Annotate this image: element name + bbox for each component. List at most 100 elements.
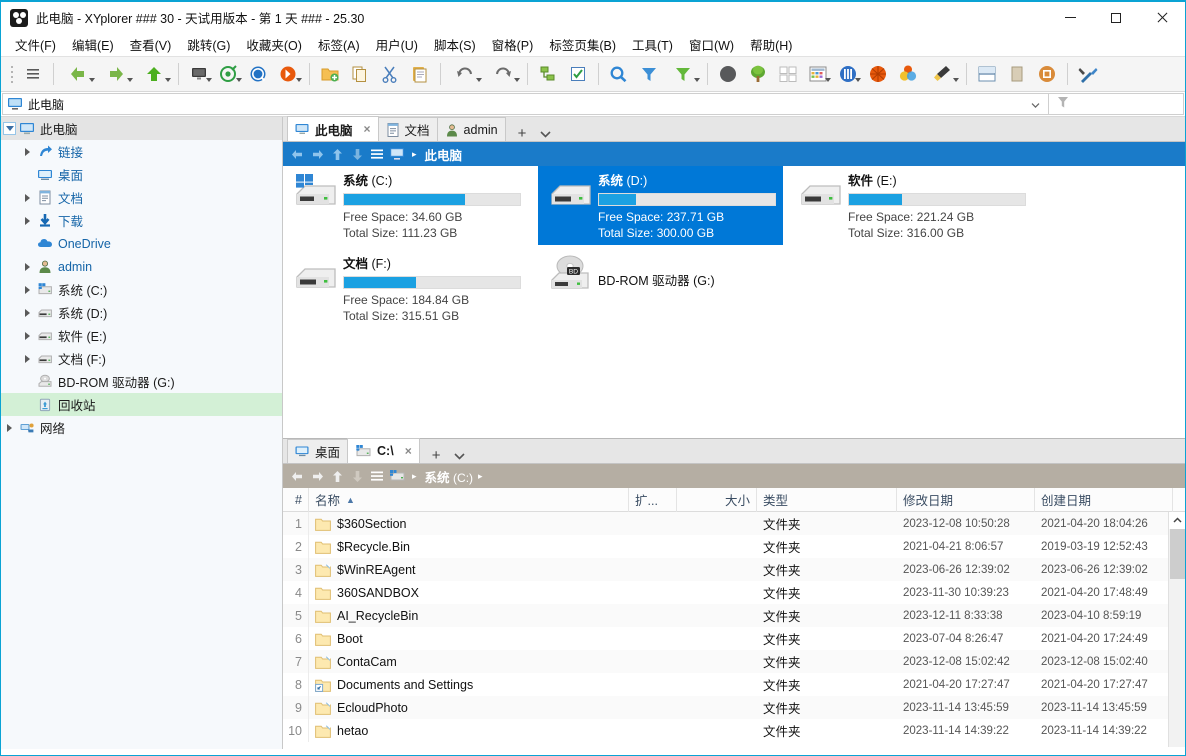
up-icon[interactable] [327, 144, 347, 164]
drive-tile-G:[interactable]: BD BD-ROM 驱动器 (G:) [538, 249, 783, 301]
forward-icon[interactable] [307, 144, 327, 164]
menu-item-11[interactable]: 窗口(W) [681, 33, 742, 56]
filter-green-icon[interactable] [664, 59, 702, 89]
drive-tile-D:[interactable]: 系统 (D:) Free Space: 237.71 GB Total Size: … [538, 166, 783, 245]
computer-icon[interactable] [387, 144, 407, 164]
tree-item-3[interactable]: 文档 [1, 186, 282, 209]
tree-item-1[interactable]: 链接 [1, 140, 282, 163]
brush-icon[interactable] [923, 59, 961, 89]
cut-icon[interactable] [375, 59, 405, 89]
file-list[interactable]: 1 $360Section 文件夹 2023-12-08 10:50:28 2021-0… [283, 512, 1185, 747]
table-row[interactable]: 4 360SANDBOX 文件夹 2023-11-30 10:39:23 2021-04… [283, 581, 1185, 604]
tab-桌面[interactable]: 桌面 [287, 439, 349, 463]
up-button[interactable] [135, 59, 173, 89]
expander-collapsed-icon[interactable] [19, 354, 36, 363]
desktop-icon[interactable] [184, 59, 214, 89]
tags-icon[interactable] [833, 59, 863, 89]
hamburger-icon[interactable] [367, 466, 387, 486]
redo-button[interactable] [484, 59, 522, 89]
table-row[interactable]: 7 ContaCam 文件夹 2023-12-08 15:02:42 2023-12-0… [283, 650, 1185, 673]
tree-item-9[interactable]: 软件 (E:) [1, 324, 282, 347]
thumbnails-icon[interactable] [773, 59, 803, 89]
expander-collapsed-icon[interactable] [19, 285, 36, 294]
forward-icon[interactable] [307, 466, 327, 486]
maximize-button[interactable] [1093, 2, 1139, 33]
checkbox-select-icon[interactable] [563, 59, 593, 89]
menu-item-6[interactable]: 用户(U) [368, 33, 426, 56]
file-list-scrollbar[interactable] [1168, 512, 1185, 747]
menu-item-8[interactable]: 窗格(P) [484, 33, 542, 56]
new-tab-button[interactable]: + [511, 126, 534, 141]
scrollbar-thumb[interactable] [1170, 529, 1185, 579]
column-header-name[interactable]: 名称 ▲ [309, 487, 629, 512]
column-header-modified[interactable]: 修改日期 [897, 487, 1035, 512]
table-row[interactable]: 5 AI_RecycleBin 文件夹 2023-12-11 8:33:38 2023-… [283, 604, 1185, 627]
expander-collapsed-icon[interactable] [19, 147, 36, 156]
forward-button[interactable] [97, 59, 135, 89]
tree-item-6[interactable]: admin [1, 255, 282, 278]
paste-icon[interactable] [405, 59, 435, 89]
close-button[interactable] [1139, 2, 1185, 33]
filter-icon[interactable] [634, 59, 664, 89]
windows-drive-icon[interactable] [387, 466, 407, 486]
menu-item-9[interactable]: 标签页集(B) [541, 33, 624, 56]
copy-icon[interactable] [345, 59, 375, 89]
menu-item-10[interactable]: 工具(T) [624, 33, 681, 56]
color-filters-icon[interactable] [863, 59, 893, 89]
target-icon[interactable] [214, 59, 244, 89]
search-icon[interactable] [604, 59, 634, 89]
tree-item-0[interactable]: 此电脑 [1, 117, 282, 140]
back-icon[interactable] [287, 466, 307, 486]
column-header-size[interactable]: 大小 [677, 487, 757, 512]
drive-tiles-panel[interactable]: 系统 (C:) Free Space: 34.60 GB Total Size: 1… [283, 166, 1185, 438]
tree-item-7[interactable]: 系统 (C:) [1, 278, 282, 301]
tab-close-icon[interactable]: × [405, 444, 412, 458]
find-files-icon[interactable] [244, 59, 274, 89]
drive-tile-E:[interactable]: 软件 (E:) Free Space: 221.24 GB Total Size: … [788, 166, 1033, 245]
top-pane-breadcrumb[interactable]: ▸ 此电脑 [283, 142, 1185, 166]
tree-item-5[interactable]: OneDrive [1, 232, 282, 255]
table-row[interactable]: 8 Documents and Settings 文件夹 2021-04-20 17:… [283, 673, 1185, 696]
tree-sync-icon[interactable] [533, 59, 563, 89]
undo-button[interactable] [446, 59, 484, 89]
chevron-up-icon[interactable] [1169, 512, 1185, 529]
configuration-icon[interactable] [1073, 59, 1103, 89]
back-icon[interactable] [287, 144, 307, 164]
menu-toggle-icon[interactable] [18, 59, 48, 89]
expander-collapsed-icon[interactable] [19, 193, 36, 202]
menu-item-5[interactable]: 标签(A) [310, 33, 368, 56]
tab-list-dropdown[interactable] [533, 127, 558, 141]
menu-item-3[interactable]: 跳转(G) [179, 33, 238, 56]
breadcrumb-path[interactable]: 此电脑 [425, 145, 463, 164]
drive-tile-F:[interactable]: 文档 (F:) Free Space: 184.84 GB Total Size: … [283, 249, 528, 328]
preview-icon[interactable] [1032, 59, 1062, 89]
expander-collapsed-icon[interactable] [1, 423, 18, 432]
menu-item-0[interactable]: 文件(F) [7, 33, 64, 56]
drive-tile-C:[interactable]: 系统 (C:) Free Space: 34.60 GB Total Size: 1… [283, 166, 528, 245]
split-pane-icon[interactable] [972, 59, 1002, 89]
toolbar-grip[interactable] [7, 63, 17, 85]
tree-item-2[interactable]: 桌面 [1, 163, 282, 186]
expander-collapsed-icon[interactable] [19, 262, 36, 271]
details-view-icon[interactable] [803, 59, 833, 89]
file-list-header[interactable]: # 名称 ▲ 扩... 大小 类型 修改日期 创建日期 [283, 487, 1185, 512]
bottom-pane-breadcrumb[interactable]: ▸ 系统 (C:) ▸ [283, 464, 1185, 488]
table-row[interactable]: 9 EcloudPhoto 文件夹 2023-11-14 13:45:59 2023-1… [283, 696, 1185, 719]
expander-collapsed-icon[interactable] [19, 331, 36, 340]
column-header-num[interactable]: # [283, 487, 309, 512]
table-row[interactable]: 10 hetao 文件夹 2023-11-14 14:39:22 2023-11-14 … [283, 719, 1185, 742]
menu-item-4[interactable]: 收藏夹(O) [238, 33, 310, 56]
tree-item-8[interactable]: 系统 (D:) [1, 301, 282, 324]
column-header-created[interactable]: 创建日期 [1035, 487, 1173, 512]
info-panel-icon[interactable] [1002, 59, 1032, 89]
back-button[interactable] [59, 59, 97, 89]
table-row[interactable]: 3 $WinREAgent 文件夹 2023-06-26 12:39:02 2023-0… [283, 558, 1185, 581]
tab-close-icon[interactable]: × [364, 122, 371, 136]
tree-item-4[interactable]: 下载 [1, 209, 282, 232]
tree-view-icon[interactable] [743, 59, 773, 89]
tab-list-dropdown[interactable] [447, 449, 472, 463]
down-icon[interactable] [347, 466, 367, 486]
chevron-down-icon[interactable] [1031, 99, 1040, 108]
up-icon[interactable] [327, 466, 347, 486]
tree-item-12[interactable]: 回收站 [1, 393, 282, 416]
